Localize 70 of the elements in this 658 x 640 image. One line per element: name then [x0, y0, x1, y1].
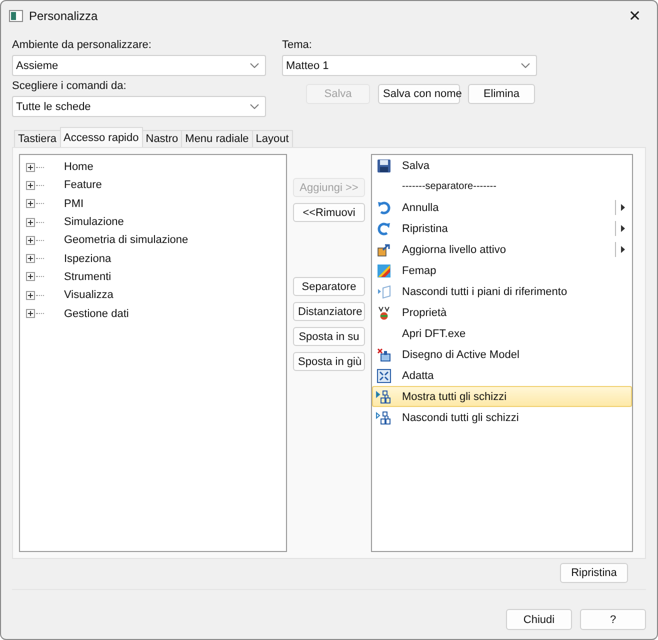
submenu-arrow-icon[interactable] [621, 246, 625, 253]
theme-button[interactable]: Salva con nome [378, 84, 460, 104]
tree-item[interactable]: Strumenti [26, 268, 286, 286]
tree-item[interactable]: Simulazione [26, 212, 286, 232]
expand-icon[interactable] [26, 309, 35, 318]
floppy-icon [377, 158, 391, 172]
app-icon [9, 10, 23, 22]
tree-item[interactable]: Visualizza [26, 286, 286, 304]
command-item[interactable]: -------separatore------- [372, 176, 632, 197]
sketch-icon [376, 390, 392, 404]
command-item[interactable]: Ripristina [372, 218, 632, 239]
dialog-button[interactable]: Chiudi [506, 609, 572, 630]
theme-button[interactable]: Elimina [468, 84, 535, 104]
field-label: Tema: [282, 38, 313, 52]
chevron-icon[interactable] [521, 63, 530, 68]
expand-icon[interactable] [26, 218, 35, 227]
environment-dropdown[interactable]: Assieme [12, 55, 266, 76]
arrange-button[interactable]: Separatore [293, 277, 365, 296]
femap-icon [377, 264, 391, 278]
command-item[interactable]: Nascondi tutti gli schizzi [372, 407, 632, 428]
command-item[interactable]: Nascondi tutti i piani di riferimento [372, 281, 632, 302]
command-item[interactable]: Salva [372, 155, 632, 176]
expand-icon[interactable] [26, 236, 35, 245]
command-item[interactable]: Aggiorna livello attivo [372, 239, 632, 260]
arrange-button[interactable]: Distanziatore [293, 302, 365, 321]
chevron-icon[interactable] [250, 104, 259, 109]
expand-icon[interactable] [26, 162, 35, 172]
arrange-button[interactable]: Sposta in su [293, 327, 365, 346]
tree-item[interactable]: Geometria di simulazione [26, 231, 286, 250]
tree-item[interactable]: PMI [26, 194, 286, 213]
move-button[interactable]: <<Rimuovi [293, 203, 365, 222]
arrange-button[interactable]: Sposta in giù [293, 352, 365, 371]
undo-icon [377, 200, 391, 214]
command-item[interactable]: Apri DFT.exe [372, 323, 632, 344]
submenu-arrow-icon[interactable] [621, 204, 625, 211]
command-item[interactable]: Adatta [372, 365, 632, 386]
expand-icon[interactable] [26, 254, 35, 264]
layer-arrow-icon [377, 242, 391, 256]
command-item[interactable]: Disegno di Active Model [372, 344, 632, 365]
drawing-icon [377, 348, 391, 362]
close-button[interactable]: ✕ [613, 1, 657, 31]
redo-icon [377, 222, 391, 236]
submenu-arrow-icon[interactable] [621, 225, 625, 232]
command-item[interactable]: Femap [372, 260, 632, 281]
expand-icon[interactable] [26, 290, 35, 300]
sketch-icon [376, 410, 392, 424]
command-item[interactable]: Annulla [372, 197, 632, 218]
tab[interactable]: Accesso rapido [60, 127, 143, 147]
reset-button[interactable]: Ripristina [560, 563, 628, 583]
command-item[interactable]: Mostra tutti gli schizzi [372, 386, 632, 407]
dialog-button[interactable]: ? [580, 609, 646, 630]
fit-icon [377, 368, 391, 382]
tree-item[interactable]: Home [26, 158, 286, 176]
expand-icon[interactable] [26, 180, 35, 190]
tab[interactable]: Layout [252, 130, 293, 147]
commands-dropdown[interactable]: Tutte le schede [12, 96, 266, 117]
window-title: Personalizza [29, 9, 99, 23]
field-label: Ambiente da personalizzare: [12, 38, 152, 52]
tree-item[interactable]: Gestione dati [26, 304, 286, 323]
theme-dropdown[interactable]: Matteo 1 [282, 55, 537, 76]
tab[interactable]: Tastiera [14, 130, 61, 147]
field-label: Scegliere i comandi da: [12, 79, 128, 93]
expand-icon[interactable] [26, 272, 35, 282]
tree-item[interactable]: Feature [26, 176, 286, 195]
plane-icon [377, 284, 391, 298]
tree-item[interactable]: Ispeziona [26, 249, 286, 268]
expand-icon[interactable] [26, 199, 35, 208]
chevron-icon[interactable] [250, 63, 259, 68]
command-item[interactable]: Proprietà [372, 302, 632, 323]
properties-icon [377, 306, 391, 320]
